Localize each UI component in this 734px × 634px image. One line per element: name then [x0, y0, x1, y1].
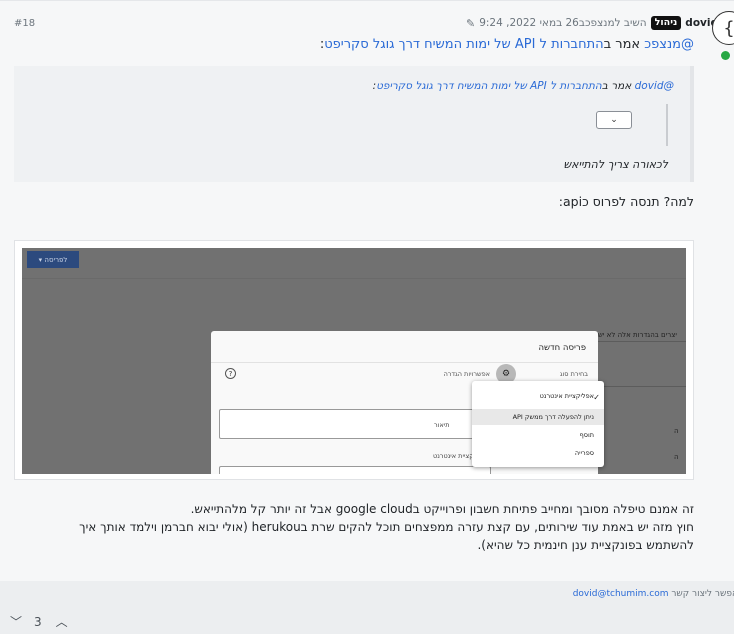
online-status-dot	[721, 51, 730, 60]
body-line-3: להשתמש בפונקציית ענן חינמית כל שהיא).	[477, 538, 694, 552]
timestamp-link[interactable]: 26 במאי 2022, 9:24	[479, 17, 579, 29]
mention-topic-link[interactable]: התחברות ל API של ימות המשיח דרך גוגל סקר…	[324, 37, 603, 52]
dropdown-item: אפליקציית אינטרנט	[539, 392, 594, 400]
nested-quote: ⌄	[588, 104, 668, 146]
post-body: זה אמנם טיפלה מסובך ומחייב פתיחת חשבון ו…	[14, 500, 694, 554]
signature-email-link[interactable]: dovid@tchumim.com	[573, 589, 669, 599]
in-text: ב	[578, 17, 585, 29]
quote-user-link[interactable]: @dovid	[635, 80, 674, 92]
dialog-separator	[211, 362, 598, 363]
replied-to-link[interactable]: מנצפכ	[585, 17, 615, 29]
embedded-screenshot[interactable]: לפריסה ▾ יצרים בהגדרות אלה לא ישפי ה ה פ…	[14, 240, 694, 480]
dialog-settings-label: אפשרויות הגדרה	[443, 370, 490, 378]
downvote-chevron-icon[interactable]: ﹀	[10, 613, 22, 630]
screenshot-side-text: ה	[674, 427, 679, 435]
quote-said: אמר ב	[601, 80, 635, 92]
quote-topic-link[interactable]: התחברות ל API של ימות המשיח דרך גוגל סקר…	[376, 80, 602, 92]
dialog-app-input	[219, 466, 491, 474]
screenshot-right-box	[597, 341, 686, 387]
dropdown-item: ספרייה	[574, 449, 594, 457]
dialog-title: פריסה חדשה	[538, 343, 586, 353]
upvote-chevron-icon[interactable]: ︿	[56, 613, 68, 630]
mention-user-link[interactable]: @מנצפכ	[644, 37, 694, 52]
dropdown-item: תוסף	[579, 431, 594, 439]
signature-prefix: אפשר ליצור קשר	[668, 589, 734, 599]
screenshot-side-text-2: ה	[674, 453, 679, 461]
dialog-type-label: בחירת סוג	[559, 370, 588, 378]
vote-count[interactable]: 3	[34, 615, 42, 629]
dropdown-item-selected: ניתן להפעלה דרך ממשק API	[472, 409, 604, 425]
post-footer: אפשר ליצור קשר dovid@tchumim.com ﹀ 3 ︿	[0, 581, 734, 634]
post-content: @מנצפכ אמר בהתחברות ל API של ימות המשיח …	[14, 37, 694, 217]
screenshot-deploy-button: לפריסה ▾	[27, 251, 79, 268]
avatar-glyph: {	[723, 17, 734, 39]
mention-said: אמר ב	[603, 37, 645, 52]
help-icon: ?	[225, 368, 236, 379]
dialog-description-label: תיאור	[434, 421, 450, 429]
quote-text: לכאורה צריך להתייאש	[563, 158, 668, 171]
body-line-2: חוץ מזה יש באמת עוד שירותים, עם קצת עזרה…	[79, 520, 694, 534]
chevron-down-icon[interactable]: ⌄	[596, 111, 632, 129]
avatar[interactable]: {	[712, 11, 734, 45]
vote-controls: ﹀ 3 ︿	[10, 613, 68, 630]
signature: אפשר ליצור קשר dovid@tchumim.com	[573, 589, 734, 599]
check-icon: ✓	[593, 393, 600, 402]
dialog-description-input	[219, 409, 491, 439]
post: #18 dovid ניהול השיב ל מנצפכ ב 26 במאי 2…	[0, 0, 734, 634]
post-index[interactable]: #18	[14, 18, 35, 29]
quote-header: @dovid אמר בהתחברות ל API של ימות המשיח …	[30, 80, 674, 92]
blockquote: @dovid אמר בהתחברות ל API של ימות המשיח …	[14, 66, 694, 182]
post-header: dovid ניהול השיב ל מנצפכ ב 26 במאי 2022,…	[466, 16, 718, 30]
screenshot-divider	[22, 278, 686, 279]
screenshot-bg-text: יצרים בהגדרות אלה לא ישפי	[592, 331, 677, 339]
edit-icon: ✎	[466, 16, 476, 30]
mention-line: @מנצפכ אמר בהתחברות ל API של ימות המשיח …	[14, 37, 694, 52]
replied-text: השיב ל	[614, 17, 647, 29]
screenshot-deploy-label: לפריסה	[44, 255, 68, 264]
body-line-1: זה אמנם טיפלה מסובך ומחייב פתיחת חשבון ו…	[190, 502, 694, 516]
why-text: למה? תנסה לפרוס כapi:	[558, 194, 694, 209]
screenshot-dropdown: ✓ אפליקציית אינטרנט ניתן להפעלה דרך ממשק…	[472, 381, 604, 467]
role-badge[interactable]: ניהול	[650, 16, 682, 30]
screenshot-canvas: לפריסה ▾ יצרים בהגדרות אלה לא ישפי ה ה פ…	[22, 248, 686, 474]
